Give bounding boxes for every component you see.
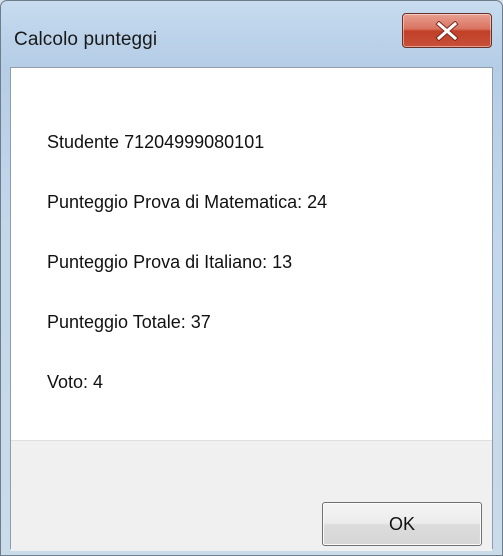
math-score-text: Punteggio Prova di Matematica: 24 bbox=[47, 192, 328, 212]
close-button[interactable] bbox=[402, 13, 492, 48]
italian-score-text: Punteggio Prova di Italiano: 13 bbox=[47, 252, 293, 272]
grade-text: Voto: 4 bbox=[47, 372, 104, 392]
dialog-window: Calcolo punteggi Studente 71204999080101… bbox=[0, 0, 503, 556]
dialog-client-area: Studente 71204999080101 Punteggio Prova … bbox=[10, 67, 493, 551]
close-x-icon bbox=[435, 21, 459, 41]
student-id-text: Studente 71204999080101 bbox=[47, 132, 265, 152]
ok-button[interactable]: OK bbox=[322, 502, 482, 546]
window-title: Calcolo punteggi bbox=[14, 29, 158, 50]
title-bar[interactable]: Calcolo punteggi bbox=[1, 1, 502, 67]
total-score-text: Punteggio Totale: 37 bbox=[47, 312, 211, 332]
button-bar: OK bbox=[11, 440, 492, 551]
message-area: Studente 71204999080101 Punteggio Prova … bbox=[11, 68, 492, 438]
